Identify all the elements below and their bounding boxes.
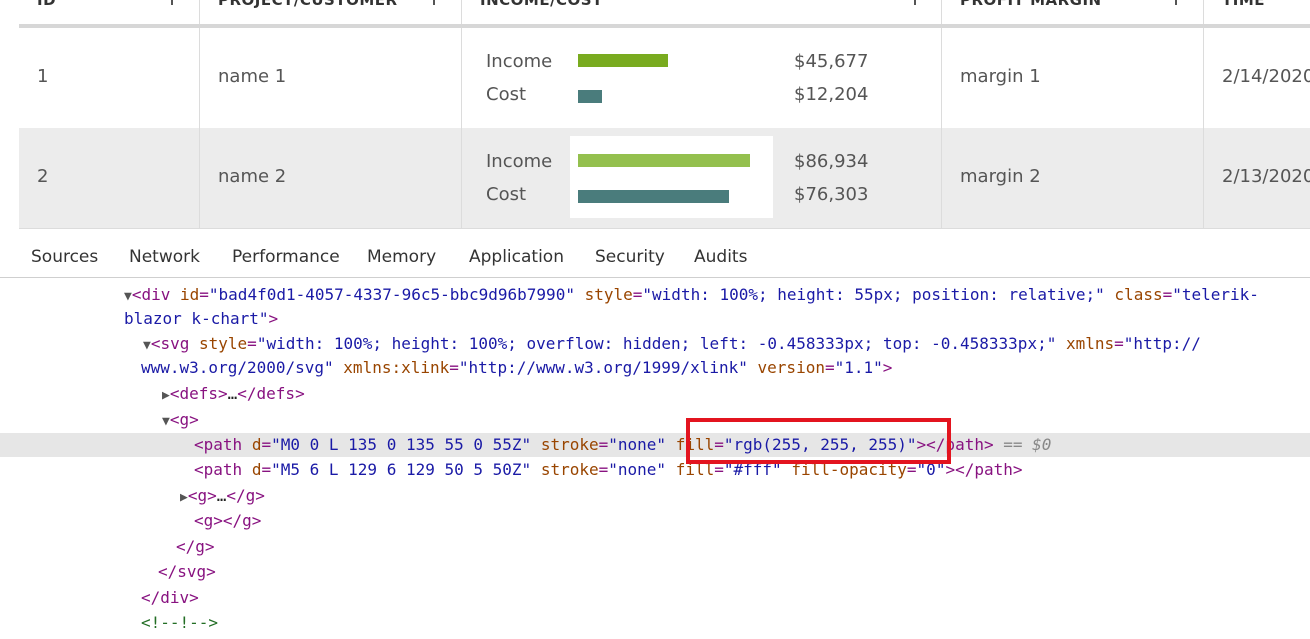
income-value: $86,934: [794, 151, 869, 172]
tab-memory[interactable]: Memory: [367, 247, 436, 267]
income-label: Income: [486, 51, 553, 72]
cell-id: 1: [19, 28, 199, 128]
cost-bar: [578, 190, 729, 203]
expand-triangle-icon[interactable]: ▼: [162, 414, 170, 429]
annotation-highlight-box: [686, 418, 951, 464]
header-project[interactable]: PROJECT/CUSTOMER: [199, 0, 462, 24]
collapse-triangle-icon[interactable]: ▶: [162, 388, 170, 403]
table-row[interactable]: 1 name 1 Income Cost $45,677 $12,204 mar…: [19, 28, 1310, 129]
dom-node-div[interactable]: ▼<div id="bad4f0d1-4057-4337-96c5-bbc9d9…: [124, 283, 1259, 307]
cell-margin-text: margin 1: [960, 66, 1041, 87]
dom-node-comment[interactable]: <!--!-->: [141, 611, 218, 635]
income-bar: [578, 154, 750, 167]
cost-value: $12,204: [794, 84, 869, 105]
cost-bar: [578, 90, 602, 103]
dom-node-g-empty[interactable]: <g></g>: [194, 509, 261, 533]
cost-label: Cost: [486, 84, 527, 105]
header-id-label: ID: [37, 0, 57, 9]
column-menu-icon[interactable]: [171, 0, 173, 5]
cell-id-text: 1: [37, 66, 49, 87]
cell-id: 2: [19, 128, 199, 228]
tab-performance[interactable]: Performance: [232, 247, 340, 267]
cell-name-text: name 2: [218, 166, 287, 187]
dom-node-svg-close: </svg>: [158, 562, 216, 581]
devtools-panel: Sources Network Performance Memory Appli…: [0, 236, 1310, 639]
cost-value: $76,303: [794, 184, 869, 205]
cell-margin-text: margin 2: [960, 166, 1041, 187]
tab-audits[interactable]: Audits: [694, 247, 747, 267]
cell-income-cost: Income Cost $86,934 $76,303: [461, 128, 942, 228]
header-profit-margin-label: PROFIT MARGIN: [960, 0, 1102, 9]
tab-network[interactable]: Network: [129, 247, 200, 267]
cell-time: 2/13/2020: [1203, 128, 1310, 228]
dom-node-g-close: </g>: [176, 537, 215, 556]
cell-id-text: 2: [37, 166, 49, 187]
dom-node-svg[interactable]: ▼<svg style="width: 100%; height: 100%; …: [143, 332, 1201, 356]
dom-node-svg-cont: www.w3.org/2000/svg" xmlns:xlink="http:/…: [141, 358, 893, 377]
cell-name: name 2: [199, 128, 462, 228]
column-menu-icon[interactable]: [914, 0, 916, 5]
header-profit-margin[interactable]: PROFIT MARGIN: [941, 0, 1204, 24]
dom-node-defs[interactable]: ▶<defs>…</defs>: [162, 382, 305, 406]
grid-header: ID PROJECT/CUSTOMER INCOME/COST PROFIT M…: [19, 0, 1310, 28]
tab-security[interactable]: Security: [595, 247, 665, 267]
expand-triangle-icon[interactable]: ▼: [124, 289, 132, 304]
cell-time: 2/14/2020: [1203, 28, 1310, 128]
cell-margin: margin 1: [941, 28, 1204, 128]
expand-triangle-icon[interactable]: ▼: [143, 338, 151, 353]
header-time-label: TIME: [1222, 0, 1265, 9]
table-row[interactable]: 2 name 2 Income Cost $86,934 $76,303 mar…: [19, 128, 1310, 229]
column-menu-icon[interactable]: [1175, 0, 1177, 5]
income-bar: [578, 54, 668, 67]
devtools-tabbar: Sources Network Performance Memory Appli…: [0, 236, 1310, 278]
cost-label: Cost: [486, 184, 527, 205]
income-label: Income: [486, 151, 553, 172]
header-income-cost-label: INCOME/COST: [480, 0, 603, 9]
cell-name: name 1: [199, 28, 462, 128]
collapse-triangle-icon[interactable]: ▶: [180, 490, 188, 505]
bullet-chart: [570, 136, 773, 218]
header-income-cost[interactable]: INCOME/COST: [461, 0, 942, 24]
dom-node-g-collapsed[interactable]: ▶<g>…</g>: [180, 484, 265, 508]
tab-application[interactable]: Application: [469, 247, 564, 267]
column-menu-icon[interactable]: [433, 0, 435, 5]
header-time[interactable]: TIME: [1203, 0, 1310, 24]
dom-node-div-close: </div>: [141, 588, 199, 607]
header-id[interactable]: ID: [19, 0, 199, 24]
cell-time-text: 2/14/2020: [1222, 66, 1310, 87]
cell-name-text: name 1: [218, 66, 287, 87]
elements-tree: ▼<div id="bad4f0d1-4057-4337-96c5-bbc9d9…: [0, 277, 1310, 639]
income-value: $45,677: [794, 51, 869, 72]
cell-margin: margin 2: [941, 128, 1204, 228]
bullet-chart: [570, 36, 773, 118]
dom-node-g[interactable]: ▼<g>: [162, 408, 199, 432]
cell-income-cost: Income Cost $45,677 $12,204: [461, 28, 942, 128]
cell-time-text: 2/13/2020: [1222, 166, 1310, 187]
header-project-label: PROJECT/CUSTOMER: [218, 0, 398, 9]
tab-sources[interactable]: Sources: [31, 247, 98, 267]
dom-node-div-cont: blazor k-chart">: [124, 309, 279, 328]
data-grid: ID PROJECT/CUSTOMER INCOME/COST PROFIT M…: [0, 0, 1310, 236]
